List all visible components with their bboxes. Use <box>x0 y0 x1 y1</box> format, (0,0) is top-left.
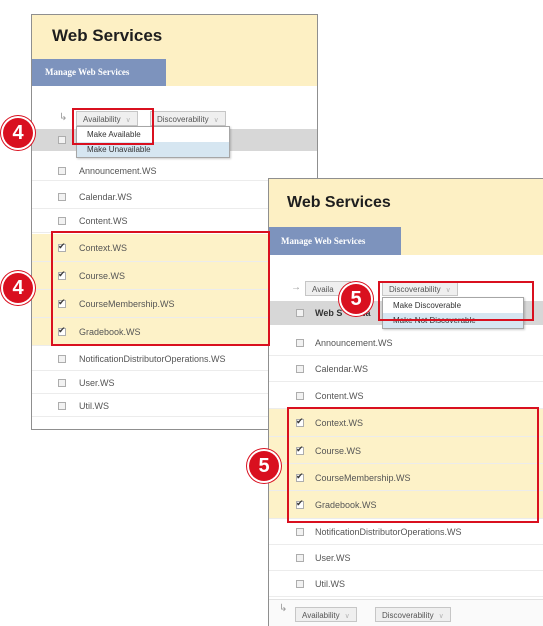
service-name: User.WS <box>79 377 115 388</box>
row-checkbox[interactable] <box>296 528 304 536</box>
selection-highlight-box <box>51 231 270 346</box>
row-checkbox[interactable] <box>58 354 66 363</box>
row-checkbox[interactable] <box>296 580 304 588</box>
manage-web-services-tab[interactable]: Manage Web Services <box>269 227 401 255</box>
service-name: Calendar.WS <box>79 192 133 202</box>
step-badge: 5 <box>341 284 371 314</box>
row-checkbox[interactable] <box>58 378 66 387</box>
row-divider <box>269 596 543 597</box>
step-badge: 4 <box>3 273 33 303</box>
table-row[interactable]: Announcement.WS <box>269 329 543 356</box>
discoverability-label: Discoverability <box>157 115 209 124</box>
row-checkbox[interactable] <box>296 338 304 347</box>
bottom-availability-label: Availability <box>302 611 340 620</box>
service-name: NotificationDistributorOperations.WS <box>315 527 462 537</box>
row-checkbox[interactable] <box>58 167 66 175</box>
service-name: Announcement.WS <box>315 337 393 348</box>
select-all-checkbox[interactable] <box>296 309 304 317</box>
row-checkbox[interactable] <box>58 217 66 225</box>
service-name: Announcement.WS <box>79 166 157 176</box>
discoverability-highlight-box <box>378 281 534 321</box>
table-row[interactable]: Util.WS <box>269 571 543 597</box>
step-badge: 4 <box>3 118 33 148</box>
right-panel-screenshot: Web Services Manage Web Services → Avail… <box>268 178 543 626</box>
return-arrow-icon: → <box>291 282 301 293</box>
row-checkbox[interactable] <box>296 391 304 400</box>
bottom-availability-button[interactable]: Availability ∨ <box>295 607 357 622</box>
return-arrow-icon: ↳ <box>279 603 288 614</box>
chevron-down-icon: ∨ <box>213 117 219 124</box>
page-header: Web Services Manage Web Services <box>269 179 543 255</box>
service-name: Content.WS <box>315 390 364 401</box>
service-name: Calendar.WS <box>315 364 369 374</box>
row-checkbox[interactable] <box>296 554 304 562</box>
service-name: User.WS <box>315 553 351 563</box>
return-arrow-icon: ↳ <box>59 112 68 123</box>
page-title: Web Services <box>52 26 163 45</box>
chevron-down-icon: ∨ <box>344 613 350 620</box>
service-name: NotificationDistributorOperations.WS <box>79 353 226 364</box>
discoverability-button[interactable]: Discoverability ∨ <box>150 111 226 126</box>
bottom-discoverability-button[interactable]: Discoverability ∨ <box>375 607 451 622</box>
service-name: Util.WS <box>79 400 109 411</box>
chevron-down-icon: ∨ <box>438 613 444 620</box>
bottom-action-bar: ↳ Availability ∨ Discoverability ∨ <box>269 599 543 626</box>
page-header: Web Services Manage Web Services <box>32 15 317 86</box>
table-row[interactable]: Content.WS <box>269 382 543 409</box>
service-name: Content.WS <box>79 216 128 226</box>
availability-highlight-box <box>72 108 154 145</box>
page-title: Web Services <box>287 194 391 211</box>
column-header-label: Web S <box>315 308 343 318</box>
row-checkbox[interactable] <box>58 193 66 201</box>
selection-highlight-box <box>287 407 539 523</box>
service-name: Util.WS <box>315 579 345 589</box>
row-checkbox[interactable] <box>58 401 66 410</box>
select-all-checkbox[interactable] <box>58 136 66 144</box>
availability-label: Availa <box>312 285 334 294</box>
row-checkbox[interactable] <box>296 365 304 373</box>
table-row[interactable]: User.WS <box>269 545 543 571</box>
bottom-discoverability-label: Discoverability <box>382 611 434 620</box>
step-badge: 5 <box>249 451 279 481</box>
table-row[interactable]: Calendar.WS <box>269 356 543 382</box>
manage-web-services-tab[interactable]: Manage Web Services <box>32 59 166 86</box>
